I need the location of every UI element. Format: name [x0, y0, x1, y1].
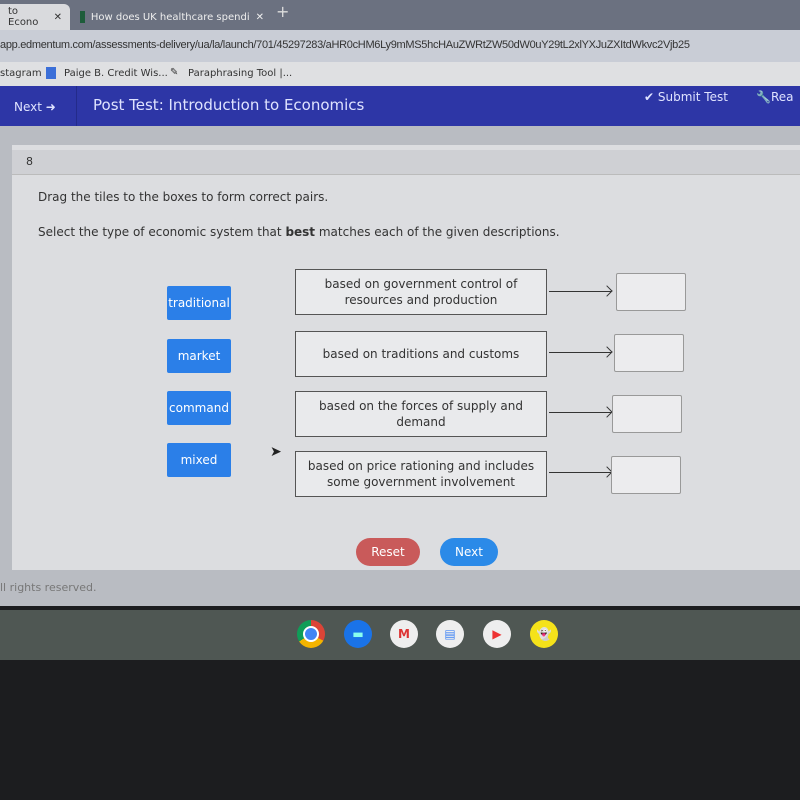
question-number: 8: [26, 155, 33, 168]
page-title: Post Test: Introduction to Economics: [93, 96, 365, 114]
tab-label: to Econo: [8, 6, 39, 28]
snapchat-icon[interactable]: 👻: [530, 620, 558, 648]
gmail-icon[interactable]: M: [390, 620, 418, 648]
close-icon[interactable]: ✕: [54, 12, 62, 23]
tab-label: How does UK healthcare spendi: [90, 11, 250, 23]
description-2: based on traditions and customs: [295, 331, 547, 377]
drop-box-4[interactable]: [611, 456, 681, 494]
read-aloud-button[interactable]: 🔧Rea: [756, 90, 794, 104]
header-next-button[interactable]: Next ➜: [14, 100, 56, 114]
arrow-circle-icon: ➜: [45, 100, 56, 114]
wrench-icon: 🔧: [756, 90, 771, 104]
youtube-icon[interactable]: ▶: [483, 620, 511, 648]
mouse-cursor-icon: ➤: [270, 444, 282, 460]
prompt-text: matches each of the given descriptions.: [315, 225, 560, 239]
bookmarks-bar: stagram Paige B. Credit Wis... ✎ Paraphr…: [0, 62, 800, 86]
arrow-right-icon: [549, 412, 611, 413]
pencil-icon: ✎: [170, 67, 179, 78]
tab-active[interactable]: to Econo ✕: [0, 4, 70, 30]
favicon-icon: [80, 11, 85, 23]
docs-icon: [46, 67, 56, 79]
chrome-icon[interactable]: [297, 620, 325, 648]
description-4: based on price rationing and includes so…: [295, 451, 547, 497]
check-circle-icon: ✔: [644, 90, 655, 104]
next-button[interactable]: Next: [440, 538, 498, 566]
question-number-bar: 8: [12, 150, 800, 175]
reset-button[interactable]: Reset: [356, 538, 420, 566]
prompt: Select the type of economic system that …: [38, 225, 560, 239]
new-tab-button[interactable]: +: [276, 2, 289, 21]
instruction: Drag the tiles to the boxes to form corr…: [38, 190, 329, 204]
bookmark-paige[interactable]: Paige B. Credit Wis...: [64, 68, 168, 79]
tile-traditional[interactable]: traditional: [167, 286, 231, 320]
arrow-right-icon: [549, 472, 611, 473]
arrow-right-icon: [549, 352, 611, 353]
tile-mixed[interactable]: mixed: [167, 443, 231, 477]
footer-copyright: ll rights reserved.: [0, 581, 97, 594]
docs-icon[interactable]: ▤: [436, 620, 464, 648]
read-label: Rea: [770, 90, 794, 104]
tile-market[interactable]: market: [167, 339, 231, 373]
files-icon[interactable]: ▬: [344, 620, 372, 648]
description-3: based on the forces of supply and demand: [295, 391, 547, 437]
test-header: Next ➜ Post Test: Introduction to Econom…: [0, 86, 800, 126]
prompt-text: Select the type of economic system that: [38, 225, 286, 239]
close-icon[interactable]: ✕: [256, 12, 264, 23]
drop-box-2[interactable]: [614, 334, 684, 372]
url-text[interactable]: app.edmentum.com/assessments-delivery/ua…: [0, 38, 798, 52]
tab-healthcare[interactable]: How does UK healthcare spendi ✕: [72, 4, 272, 30]
drop-box-3[interactable]: [612, 395, 682, 433]
submit-label: Submit Test: [657, 90, 728, 104]
description-1: based on government control of resources…: [295, 269, 547, 315]
bookmark-instagram[interactable]: stagram: [0, 68, 42, 79]
bookmark-paraphrasing[interactable]: Paraphrasing Tool |...: [188, 68, 292, 79]
tab-bar: to Econo ✕ How does UK healthcare spendi ✕…: [0, 0, 800, 30]
arrow-right-icon: [549, 291, 611, 292]
prompt-bold: best: [285, 225, 316, 239]
next-label: Next: [14, 100, 42, 114]
drop-box-1[interactable]: [616, 273, 686, 311]
divider: [76, 86, 77, 126]
submit-test-button[interactable]: ✔ Submit Test: [644, 90, 728, 104]
tile-command[interactable]: command: [167, 391, 231, 425]
